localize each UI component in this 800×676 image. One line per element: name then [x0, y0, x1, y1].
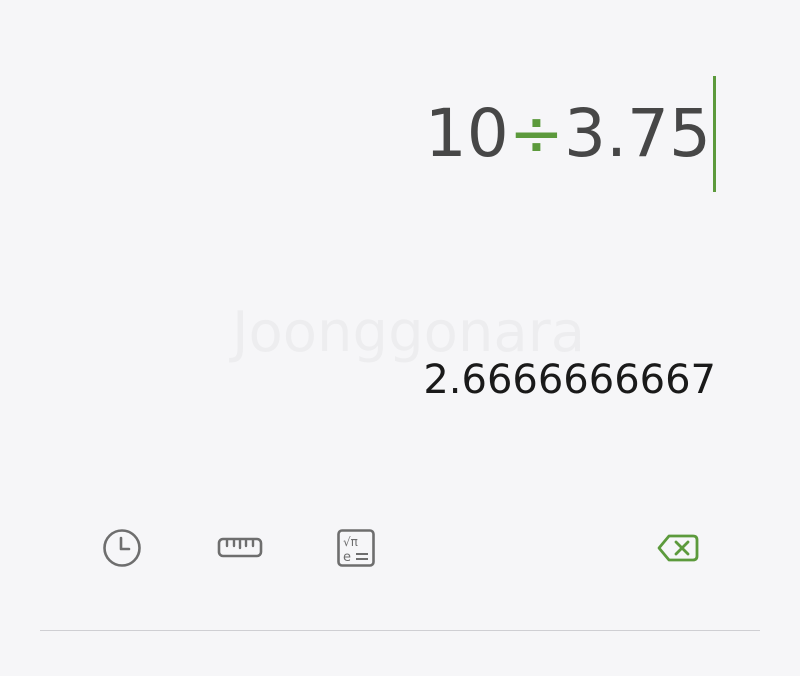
unit-converter-button[interactable]	[212, 520, 268, 576]
keypad-divider	[40, 630, 760, 631]
backspace-icon	[657, 534, 699, 562]
ruler-icon	[217, 537, 263, 558]
calculator-toolbar: √π e	[0, 520, 800, 576]
expression-text: 10÷3.75	[425, 101, 711, 167]
operand-1: 10	[424, 95, 509, 172]
svg-text:e: e	[343, 550, 351, 565]
watermark: Joonggonara	[232, 300, 585, 365]
history-button[interactable]	[94, 520, 150, 576]
expression-display[interactable]: 10÷3.75	[425, 76, 716, 192]
operand-2: 3.75	[564, 95, 711, 172]
text-cursor	[713, 76, 716, 192]
clock-icon	[103, 529, 141, 567]
result-preview: 2.6666666667	[423, 357, 716, 403]
scientific-calculator-icon: √π e	[337, 529, 375, 567]
backspace-button[interactable]	[650, 520, 706, 576]
svg-text:√π: √π	[343, 535, 358, 549]
operator-divide: ÷	[508, 95, 565, 172]
scientific-mode-button[interactable]: √π e	[328, 520, 384, 576]
